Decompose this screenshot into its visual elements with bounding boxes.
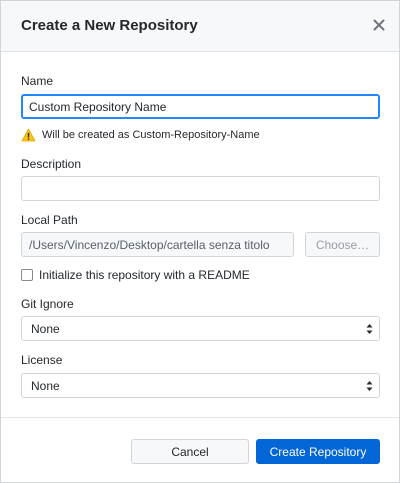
warning-text: Will be created as Custom-Repository-Nam… (42, 129, 260, 141)
name-warning: Will be created as Custom-Repository-Nam… (21, 127, 260, 143)
license-value: None (31, 378, 60, 393)
description-label: Description (21, 157, 82, 171)
select-arrows-icon (366, 381, 373, 391)
choose-button[interactable]: Choose… (305, 232, 380, 257)
local-path-label: Local Path (21, 213, 78, 227)
create-repository-dialog: Create a New Repository Name Will be cre… (0, 0, 400, 483)
git-ignore-label: Git Ignore (21, 297, 74, 311)
create-repository-button[interactable]: Create Repository (256, 439, 380, 464)
warning-icon (21, 128, 36, 142)
dialog-header: Create a New Repository (1, 1, 399, 52)
readme-option[interactable]: Initialize this repository with a README (21, 267, 250, 283)
local-path-input[interactable] (21, 232, 294, 257)
footer-divider (1, 417, 399, 418)
readme-checkbox[interactable] (21, 269, 33, 281)
license-select[interactable]: None (21, 373, 380, 398)
close-button[interactable] (371, 17, 387, 33)
name-input[interactable] (21, 94, 380, 119)
select-arrows-icon (366, 324, 373, 334)
close-icon (373, 19, 385, 31)
description-input[interactable] (21, 176, 380, 201)
git-ignore-select[interactable]: None (21, 316, 380, 341)
cancel-button[interactable]: Cancel (131, 439, 249, 464)
dialog-title: Create a New Repository (21, 17, 198, 34)
license-label: License (21, 353, 63, 367)
name-label: Name (21, 74, 54, 88)
git-ignore-value: None (31, 321, 60, 336)
readme-label: Initialize this repository with a README (39, 268, 250, 282)
